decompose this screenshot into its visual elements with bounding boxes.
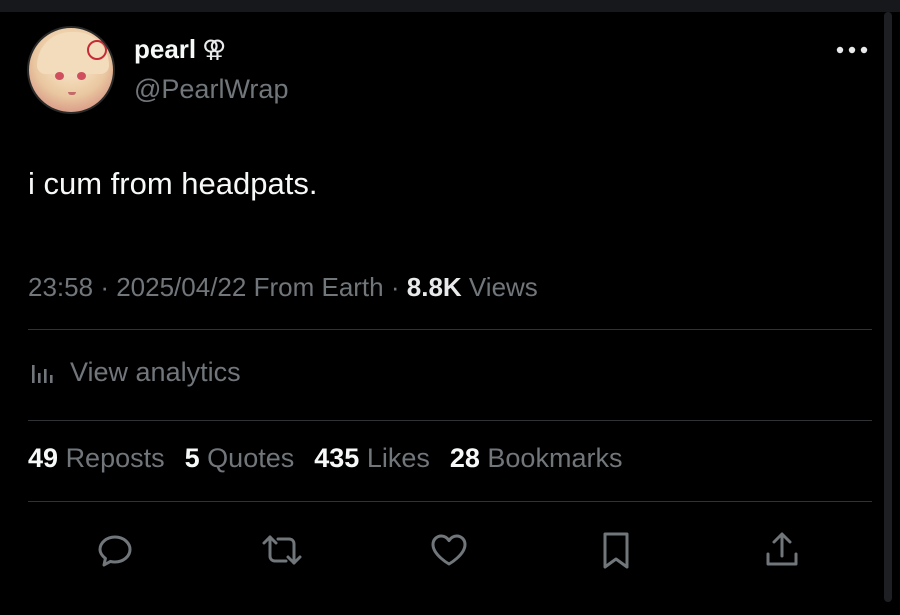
display-name[interactable]: pearl <box>134 34 196 65</box>
view-analytics-button[interactable]: View analytics <box>28 352 241 392</box>
views-count: 8.8K <box>406 272 462 302</box>
more-options-button[interactable] <box>832 38 872 62</box>
user-handle[interactable]: @PearlWrap <box>134 74 288 105</box>
top-bar <box>0 0 900 12</box>
avatar[interactable] <box>27 26 115 114</box>
reposts-count: 49 <box>28 443 59 473</box>
reposts-label: Reposts <box>65 443 165 473</box>
meta-separator: · <box>100 272 109 302</box>
like-button[interactable] <box>427 528 471 572</box>
repost-button[interactable] <box>260 528 304 572</box>
share-button[interactable] <box>760 528 804 572</box>
avatar-eye-left <box>55 72 64 80</box>
reply-button[interactable] <box>93 528 137 572</box>
likes-stat[interactable]: 435 Likes <box>314 443 430 474</box>
bookmarks-label: Bookmarks <box>487 443 623 473</box>
tweet-location: From Earth <box>253 272 384 302</box>
reply-icon <box>98 535 132 567</box>
tweet-time[interactable]: 23:58 <box>28 272 93 302</box>
quotes-count: 5 <box>184 443 200 473</box>
divider <box>28 420 872 421</box>
views-label: Views <box>468 272 538 302</box>
engagement-stats: 49 Reposts 5 Quotes 435 Likes 28 Bookmar… <box>28 443 622 474</box>
bookmark-button[interactable] <box>594 528 638 572</box>
avatar-eye-right <box>77 72 86 80</box>
like-icon <box>431 534 467 566</box>
tweet-date[interactable]: 2025/04/22 <box>116 272 246 302</box>
divider <box>28 329 872 330</box>
more-dots-icon <box>836 46 868 54</box>
reposts-stat[interactable]: 49 Reposts <box>28 443 165 474</box>
likes-label: Likes <box>366 443 430 473</box>
divider <box>28 501 872 502</box>
analytics-icon <box>32 365 53 383</box>
likes-count: 435 <box>314 443 360 473</box>
action-bar <box>0 528 900 572</box>
bookmarks-stat[interactable]: 28 Bookmarks <box>450 443 623 474</box>
author-name-row[interactable]: pearl ⚢ <box>134 34 226 64</box>
quotes-label: Quotes <box>207 443 295 473</box>
meta-separator-2: · <box>390 272 400 302</box>
repost-icon <box>262 535 302 565</box>
tweet-text: i cum from headpats. <box>28 166 318 201</box>
bookmarks-count: 28 <box>449 443 480 473</box>
scrollbar[interactable] <box>884 12 892 602</box>
quotes-stat[interactable]: 5 Quotes <box>185 443 295 474</box>
name-symbol: ⚢ <box>202 35 227 63</box>
analytics-label: View analytics <box>70 356 241 387</box>
bookmark-icon <box>603 532 629 569</box>
avatar-mouth <box>68 92 76 95</box>
avatar-ribbon <box>87 40 107 60</box>
share-icon <box>766 532 798 566</box>
tweet-meta: 23:58 · 2025/04/22 From Earth · 8.8K Vie… <box>28 272 538 303</box>
